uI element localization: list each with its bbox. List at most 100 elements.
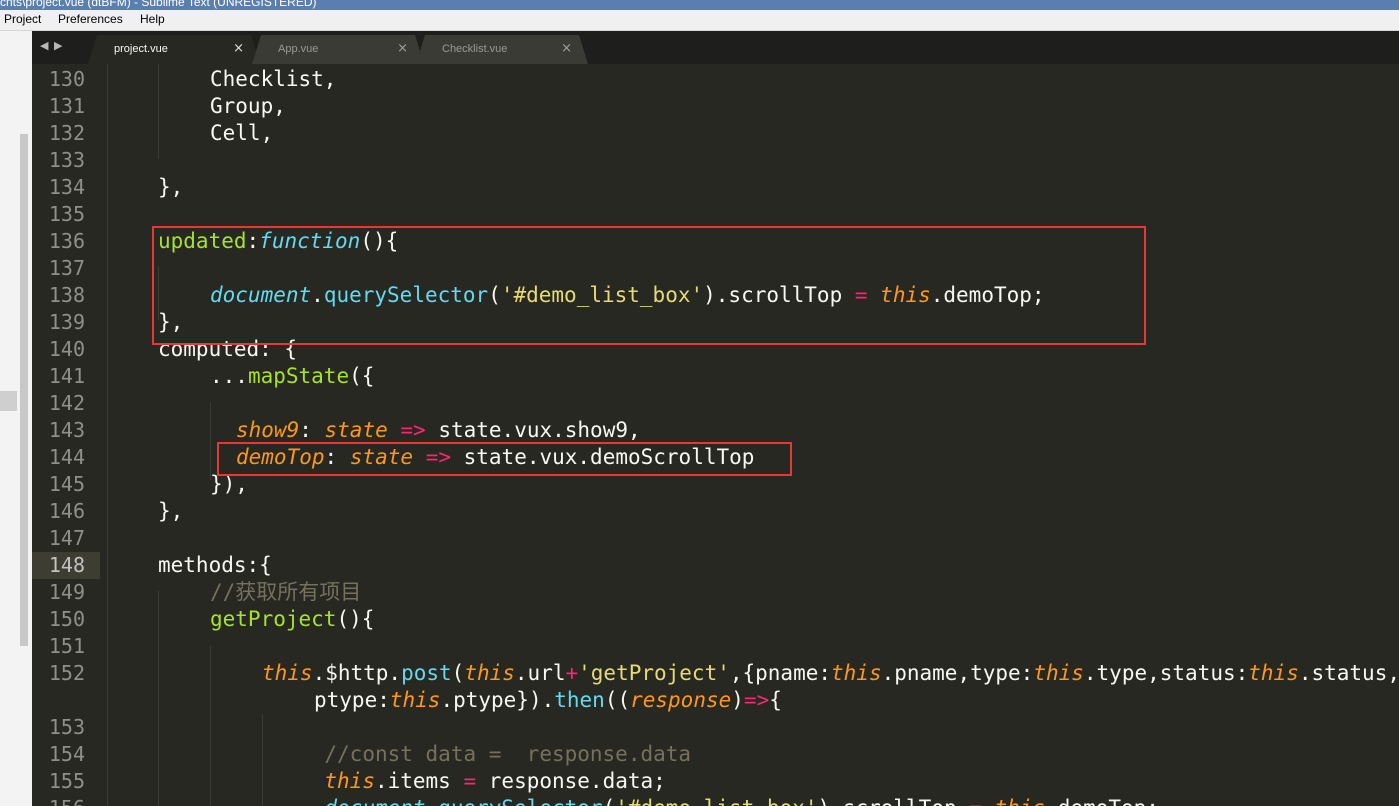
code-token: this bbox=[1033, 661, 1084, 685]
tab-label: Checklist.vue bbox=[442, 43, 508, 55]
code-line[interactable]: 152 this.$http.post(this.url+'getProject'… bbox=[32, 660, 1399, 687]
code-token: querySelector bbox=[438, 796, 602, 806]
line-number: 131 bbox=[48, 94, 85, 118]
line-number: 153 bbox=[48, 715, 85, 739]
sidebar-marker bbox=[0, 391, 17, 411]
highlight-box-demotop bbox=[217, 442, 792, 476]
tab-project-vue[interactable]: project.vue × bbox=[88, 35, 260, 64]
code-token: ({ bbox=[349, 364, 375, 388]
code-text: }, bbox=[158, 174, 183, 201]
code-token: }, bbox=[158, 175, 184, 199]
close-icon[interactable]: × bbox=[233, 41, 244, 56]
code-token: (( bbox=[604, 688, 631, 712]
tab-checklist-vue[interactable]: Checklist.vue × bbox=[416, 35, 588, 64]
sidebar-scrollbar[interactable] bbox=[20, 134, 28, 646]
line-number: 133 bbox=[48, 148, 85, 172]
menu-help[interactable]: Help bbox=[140, 12, 165, 26]
code-token: .type,status: bbox=[1083, 661, 1249, 685]
code-line[interactable]: 151 bbox=[32, 633, 1399, 660]
code-line[interactable]: 148 methods:{ bbox=[32, 552, 1399, 579]
tab-label: project.vue bbox=[114, 43, 168, 55]
code-line[interactable]: 132 Cell, bbox=[32, 120, 1399, 147]
code-line[interactable]: 141 ...mapState({ bbox=[32, 363, 1399, 390]
tab-app-vue[interactable]: App.vue × bbox=[252, 35, 424, 64]
code-token: 'getProject' bbox=[578, 661, 730, 685]
highlight-box-updated bbox=[152, 226, 1146, 345]
line-number: 149 bbox=[48, 580, 85, 604]
code-text: ptype:this.ptype}).then((response)=>{ bbox=[314, 687, 782, 714]
code-line[interactable]: 147 bbox=[32, 525, 1399, 552]
menu-bar: Project Preferences Help bbox=[0, 10, 1399, 31]
close-icon[interactable]: × bbox=[397, 41, 408, 56]
line-number: 142 bbox=[48, 391, 85, 415]
code-line[interactable]: 156 document.querySelector('#demo_list_bo… bbox=[32, 795, 1399, 806]
menu-preferences[interactable]: Preferences bbox=[58, 12, 123, 26]
code-token: state bbox=[324, 418, 388, 442]
code-token: '#demo_list_box' bbox=[615, 796, 817, 806]
code-token: ,{pname: bbox=[729, 661, 832, 685]
code-token: ( bbox=[603, 796, 616, 806]
code-token: this bbox=[1248, 661, 1299, 685]
line-number: 134 bbox=[48, 175, 85, 199]
code-token: this bbox=[464, 661, 515, 685]
code-token: = bbox=[969, 796, 982, 806]
code-text: document.querySelector('#demo_list_box')… bbox=[324, 795, 1159, 806]
line-number: 141 bbox=[48, 364, 85, 388]
line-number: 156 bbox=[32, 795, 85, 806]
code-token: => bbox=[743, 688, 770, 712]
code-line[interactable]: 142 bbox=[32, 390, 1399, 417]
code-line[interactable]: 130 Checklist, bbox=[32, 66, 1399, 93]
code-line[interactable]: 154 //const data = response.data bbox=[32, 741, 1399, 768]
code-line[interactable]: 134}, bbox=[32, 174, 1399, 201]
tab-nav-arrows-icon[interactable]: ◀ ▶ bbox=[40, 39, 63, 52]
code-text: Cell, bbox=[210, 120, 273, 147]
code-line[interactable]: 133 bbox=[32, 147, 1399, 174]
code-line[interactable]: 131 Group, bbox=[32, 93, 1399, 120]
code-token: methods:{ bbox=[158, 553, 272, 577]
code-token: .status, bbox=[1298, 661, 1399, 685]
code-token: => bbox=[400, 418, 426, 442]
code-line[interactable]: 153 bbox=[32, 714, 1399, 741]
code-token: .$http. bbox=[312, 661, 402, 685]
code-token: : bbox=[299, 418, 325, 442]
code-token: response.data; bbox=[476, 769, 666, 793]
code-line[interactable]: 149 //获取所有项目 bbox=[32, 579, 1399, 606]
tab-bar: ◀ ▶ project.vue × App.vue × Checklist.vu… bbox=[32, 31, 1399, 64]
code-token: .ptype}). bbox=[440, 688, 555, 712]
menu-project[interactable]: Project bbox=[4, 12, 41, 26]
code-text: //const data = response.data bbox=[324, 741, 691, 768]
sidebar-panel bbox=[0, 31, 33, 806]
code-text: //获取所有项目 bbox=[210, 579, 361, 606]
code-token: ).scrollTop bbox=[818, 796, 970, 806]
code-line[interactable]: 155 this.items = response.data; bbox=[32, 768, 1399, 795]
code-token: Group, bbox=[210, 94, 286, 118]
code-token: ptype: bbox=[314, 688, 390, 712]
code-token: document bbox=[324, 796, 425, 806]
code-line[interactable]: 146}, bbox=[32, 498, 1399, 525]
code-token: post bbox=[401, 661, 452, 685]
line-number: 148 bbox=[48, 553, 85, 577]
line-number: 130 bbox=[48, 67, 85, 91]
code-text: getProject(){ bbox=[210, 606, 374, 633]
code-line[interactable]: 143 show9: state => state.vux.show9, bbox=[32, 417, 1399, 444]
code-token: then bbox=[554, 688, 605, 712]
code-token: = bbox=[463, 769, 477, 793]
code-line[interactable]: 150 getProject(){ bbox=[32, 606, 1399, 633]
code-text: show9: state => state.vux.show9, bbox=[236, 417, 641, 444]
line-number: 139 bbox=[48, 310, 85, 334]
code-editor[interactable]: 130 Checklist, 131 Group, 132 Cell, 133 134}, 13… bbox=[32, 64, 1399, 806]
close-icon[interactable]: × bbox=[561, 41, 572, 56]
line-number: 138 bbox=[48, 283, 85, 307]
code-text: ...mapState({ bbox=[210, 363, 374, 390]
line-number: 154 bbox=[48, 742, 85, 766]
code-token: mapState bbox=[247, 364, 350, 388]
code-line[interactable]: 135 bbox=[32, 201, 1399, 228]
window-title: cnts\project.vue (dtBFM) - Sublime Text … bbox=[0, 0, 317, 9]
code-line[interactable]: ptype:this.ptype}).then((response)=>{ bbox=[32, 687, 1399, 714]
line-number: 144 bbox=[48, 445, 85, 469]
code-text: Group, bbox=[210, 93, 286, 120]
line-number: 150 bbox=[48, 607, 85, 631]
code-text: Checklist, bbox=[210, 66, 336, 93]
line-number: 151 bbox=[48, 634, 85, 658]
